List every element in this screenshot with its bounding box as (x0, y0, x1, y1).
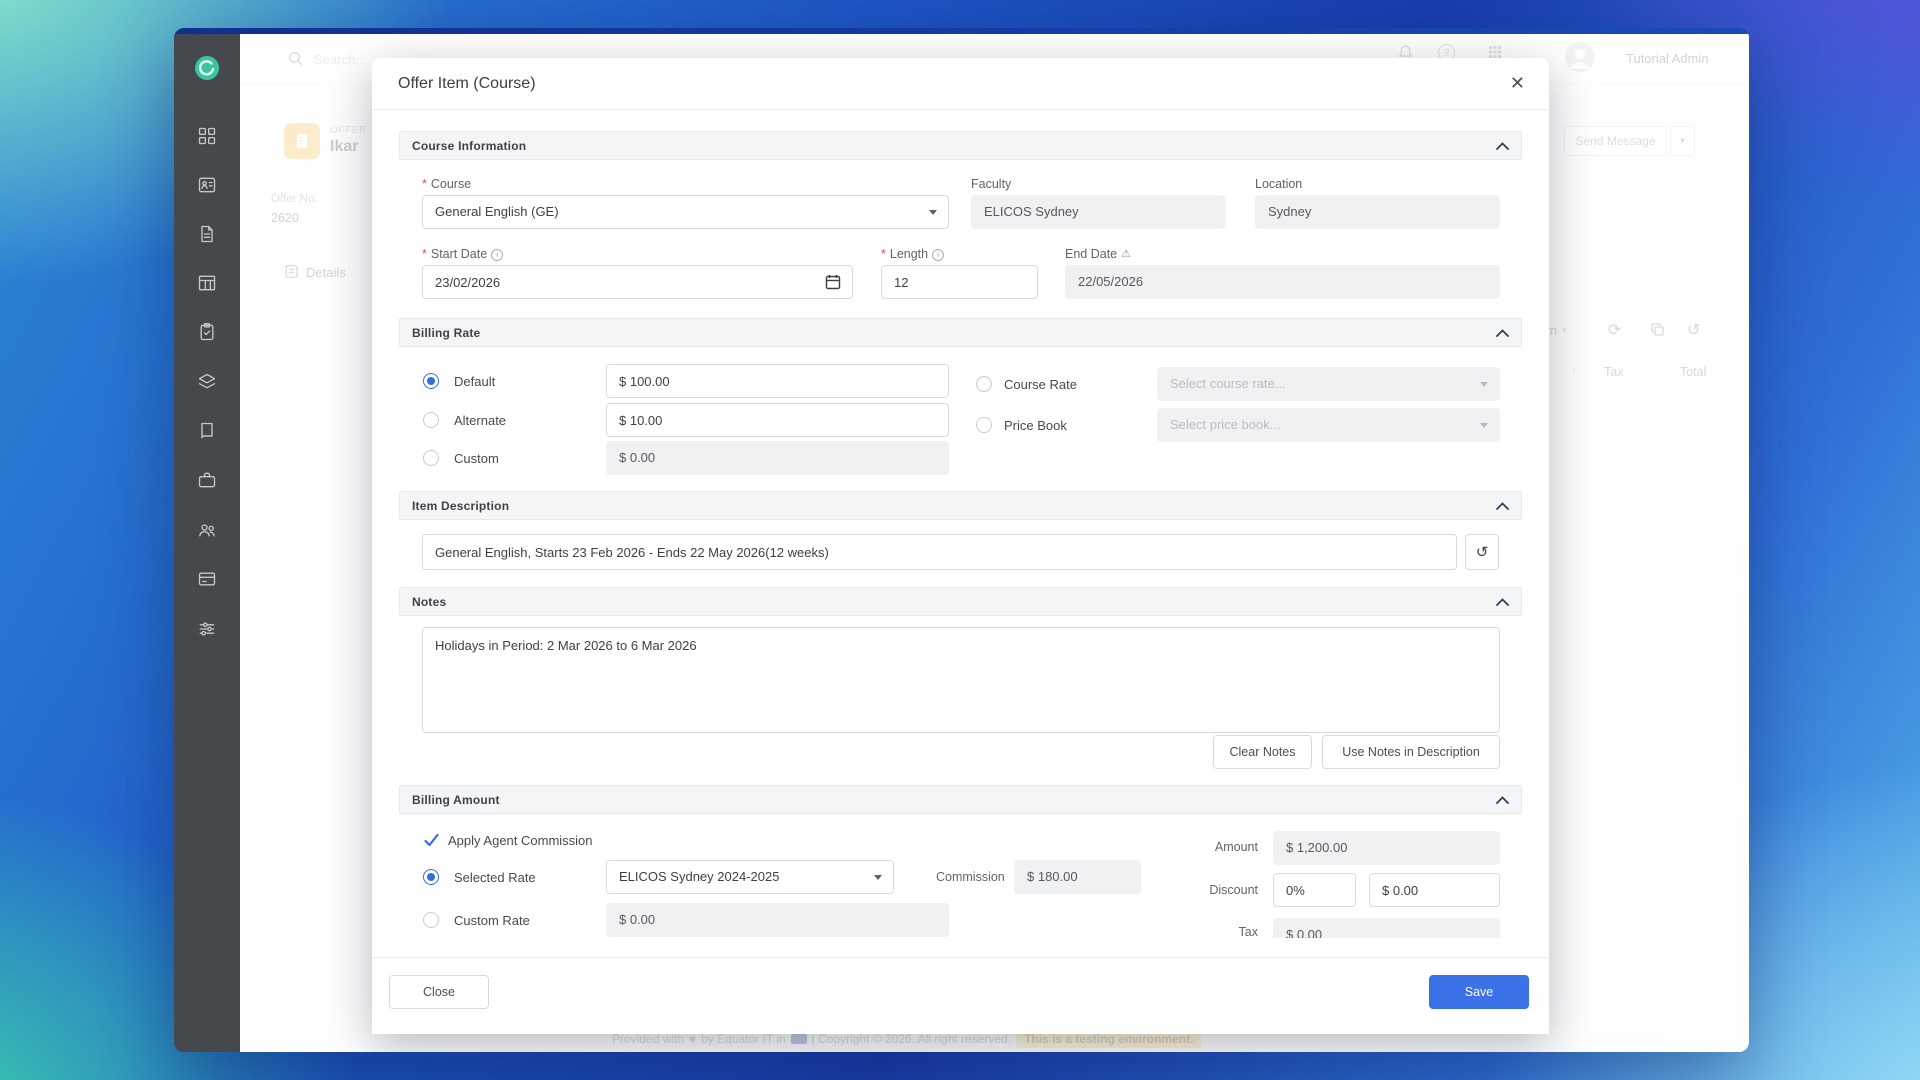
save-button[interactable]: Save (1429, 975, 1529, 1009)
custom-rate-field: $ 0.00 (606, 441, 949, 475)
sidebar-dashboard-icon[interactable] (197, 126, 217, 146)
chevron-up-icon (1496, 796, 1509, 804)
default-rate-input[interactable] (606, 364, 949, 398)
custom-agent-rate-radio[interactable] (423, 912, 439, 928)
info-icon: i (491, 249, 503, 261)
commission-label: Commission (936, 870, 1005, 885)
faculty-label: Faculty (971, 177, 1011, 192)
amount-field: $ 1,200.00 (1273, 831, 1500, 865)
modal-title: Offer Item (Course) (398, 75, 536, 93)
course-rate-label: Course Rate (1004, 377, 1077, 393)
close-button[interactable]: Close (389, 975, 489, 1009)
discount-percent-input[interactable] (1273, 873, 1356, 907)
modal-footer: Close Save (372, 957, 1549, 1034)
sidebar-settings-icon[interactable] (197, 619, 217, 639)
chevron-down-icon (1480, 423, 1488, 428)
required-mark: * (422, 247, 427, 262)
required-mark: * (422, 177, 427, 192)
info-icon: i (932, 249, 944, 261)
section-title: Course Information (412, 139, 526, 153)
chevron-up-icon (1496, 598, 1509, 606)
sidebar-contacts-icon[interactable] (197, 175, 217, 195)
apply-commission-checkbox[interactable] (423, 832, 440, 849)
sidebar-layers-icon[interactable] (197, 372, 217, 392)
section-notes-header[interactable]: Notes (399, 587, 1522, 616)
custom-agent-rate-label: Custom Rate (454, 913, 530, 929)
app-window: Search... ? Tutorial Admin OFFER Ikar Of… (174, 28, 1749, 1052)
location-label: Location (1255, 177, 1302, 192)
start-date-input[interactable] (422, 265, 853, 299)
close-icon[interactable]: ✕ (1510, 73, 1525, 94)
chevron-up-icon (1496, 329, 1509, 337)
start-date-label: *Start Datei (422, 247, 503, 262)
alternate-rate-label: Alternate (454, 413, 506, 429)
sidebar (174, 34, 240, 1052)
default-rate-label: Default (454, 374, 495, 390)
tax-label: Tax (1168, 925, 1258, 938)
discount-amount-input[interactable] (1369, 873, 1500, 907)
default-rate-radio[interactable] (423, 373, 439, 389)
apply-commission-label: Apply Agent Commission (448, 833, 593, 849)
length-input[interactable] (881, 265, 1038, 299)
warning-icon: ⚠ (1121, 249, 1131, 260)
section-course-information-header[interactable]: Course Information (399, 131, 1522, 160)
sidebar-people-icon[interactable] (197, 520, 217, 540)
clear-notes-button[interactable]: Clear Notes (1213, 735, 1312, 769)
discount-label: Discount (1168, 883, 1258, 898)
commission-field: $ 180.00 (1014, 860, 1141, 894)
sidebar-book-icon[interactable] (197, 421, 217, 441)
location-field: Sydney (1255, 195, 1500, 229)
chevron-down-icon (1480, 382, 1488, 387)
item-description-input[interactable] (422, 534, 1457, 570)
amount-label: Amount (1168, 840, 1258, 855)
course-select-value: General English (GE) (435, 204, 559, 219)
sidebar-cards-icon[interactable] (197, 569, 217, 589)
use-notes-in-description-button[interactable]: Use Notes in Description (1322, 735, 1500, 769)
sidebar-briefcase-icon[interactable] (197, 470, 217, 490)
section-billing-rate-header[interactable]: Billing Rate (399, 318, 1522, 347)
end-date-field: 22/05/2026 (1065, 265, 1500, 299)
desktop-background: Search... ? Tutorial Admin OFFER Ikar Of… (0, 0, 1920, 1080)
section-title: Billing Amount (412, 793, 500, 807)
chevron-up-icon (1496, 502, 1509, 510)
selected-rate-label: Selected Rate (454, 870, 536, 886)
custom-rate-label: Custom (454, 451, 499, 467)
custom-rate-radio[interactable] (423, 450, 439, 466)
course-select[interactable]: General English (GE) (422, 195, 949, 229)
restore-description-button[interactable]: ↺ (1465, 534, 1499, 570)
chevron-down-icon (874, 875, 882, 880)
custom-agent-rate-field: $ 0.00 (606, 903, 949, 937)
sidebar-documents-icon[interactable] (197, 224, 217, 244)
chevron-up-icon (1496, 142, 1509, 150)
section-title: Notes (412, 595, 446, 609)
selected-rate-select[interactable]: ELICOS Sydney 2024-2025 (606, 860, 894, 894)
section-title: Billing Rate (412, 326, 480, 340)
selected-rate-radio[interactable] (423, 869, 439, 885)
alternate-rate-input[interactable] (606, 403, 949, 437)
price-book-select: Select price book... (1157, 408, 1500, 442)
offer-item-modal: Offer Item (Course) ✕ Course Information… (372, 58, 1549, 1034)
modal-body: Course Information *Course General Engli… (372, 110, 1549, 938)
end-date-label: End Date⚠ (1065, 247, 1131, 262)
section-title: Item Description (412, 499, 509, 513)
alternate-rate-radio[interactable] (423, 412, 439, 428)
price-book-label: Price Book (1004, 418, 1067, 434)
required-mark: * (881, 247, 886, 262)
course-label: *Course (422, 177, 471, 192)
course-rate-select: Select course rate... (1157, 367, 1500, 401)
app-logo-icon[interactable] (194, 55, 220, 81)
sidebar-clipboard-icon[interactable] (197, 322, 217, 342)
course-rate-radio[interactable] (976, 376, 992, 392)
calendar-icon[interactable] (825, 274, 841, 290)
length-label: *Lengthi (881, 247, 944, 262)
notes-textarea[interactable]: Holidays in Period: 2 Mar 2026 to 6 Mar … (422, 627, 1500, 733)
section-billing-amount-header[interactable]: Billing Amount (399, 785, 1522, 814)
sidebar-tables-icon[interactable] (197, 273, 217, 293)
section-item-description-header[interactable]: Item Description (399, 491, 1522, 520)
chevron-down-icon (929, 210, 937, 215)
price-book-radio[interactable] (976, 417, 992, 433)
faculty-field: ELICOS Sydney (971, 195, 1226, 229)
tax-field: $ 0.00 (1273, 918, 1500, 938)
restore-icon: ↺ (1476, 543, 1489, 561)
